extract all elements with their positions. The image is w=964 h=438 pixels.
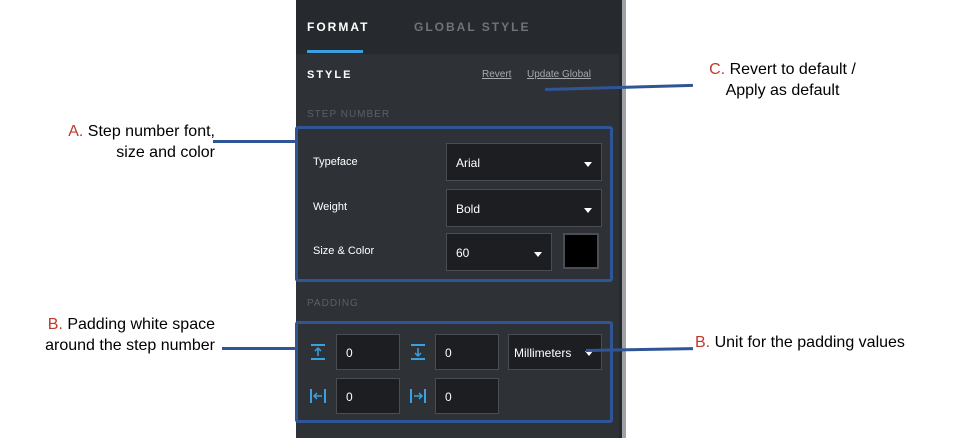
callout-b-left-line1: Padding white space xyxy=(62,316,215,333)
callout-b-right-text: Unit for the padding values xyxy=(710,334,905,351)
callout-line-a xyxy=(213,140,297,143)
annotation-box-step-number xyxy=(295,126,613,282)
panel-scrollbar-edge xyxy=(622,0,626,438)
annotation-box-padding xyxy=(295,321,613,423)
callout-a: A. Step number font, size and color xyxy=(68,121,215,163)
update-global-link[interactable]: Update Global xyxy=(527,69,591,80)
tab-bar: FORMAT GLOBAL STYLE xyxy=(296,0,622,54)
padding-section-label: PADDING xyxy=(307,298,359,309)
revert-link[interactable]: Revert xyxy=(482,69,511,80)
callout-b-left-line2: around the step number xyxy=(45,337,215,354)
callout-b-right: B. Unit for the padding values xyxy=(695,332,905,353)
active-tab-indicator xyxy=(307,50,363,53)
callout-c-letter: C. xyxy=(709,61,726,78)
style-heading: STYLE xyxy=(307,69,353,81)
callout-a-line2: size and color xyxy=(116,144,215,161)
tab-global-style[interactable]: GLOBAL STYLE xyxy=(414,20,530,34)
callout-a-letter: A. xyxy=(68,123,84,140)
callout-line-b-left xyxy=(222,347,297,350)
callout-line-b-right xyxy=(585,347,694,352)
step-number-section-label: STEP NUMBER xyxy=(307,109,391,120)
callout-c-line2: Apply as default xyxy=(725,82,840,99)
callout-c: C. Revert to default / Apply as default xyxy=(695,59,870,101)
tab-format[interactable]: FORMAT xyxy=(307,20,369,34)
callout-b-right-letter: B. xyxy=(695,334,711,351)
callout-b-left-letter: B. xyxy=(47,316,63,333)
callout-c-line1: Revert to default / xyxy=(725,61,856,78)
callout-b-left: B. Padding white space around the step n… xyxy=(45,314,215,356)
callout-a-line1: Step number font, xyxy=(83,123,215,140)
